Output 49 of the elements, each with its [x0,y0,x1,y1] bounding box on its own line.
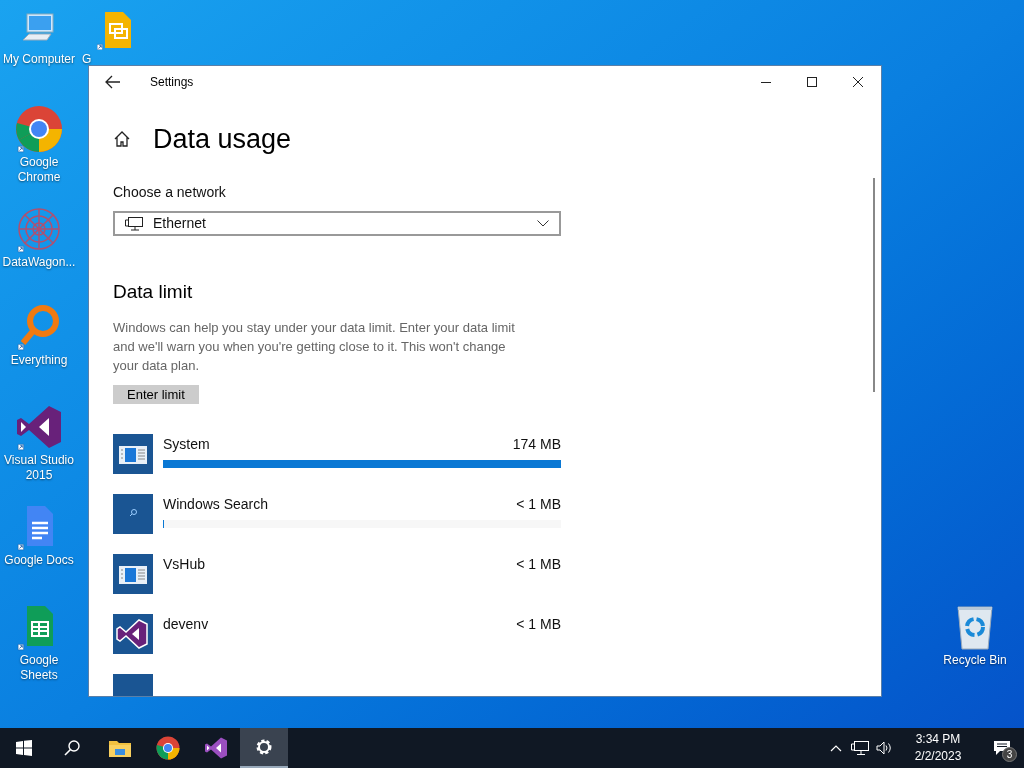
maximize-icon [807,77,817,87]
chevron-up-icon[interactable] [830,744,842,752]
app-usage: < 1 MB [516,615,561,634]
section-heading: Data limit [113,280,193,304]
desktop-icon-label[interactable]: Google Sheets [0,653,78,683]
taskbar-app-button[interactable] [240,728,288,768]
page-title: Data usage [153,122,292,156]
visual-studio-icon [204,736,228,760]
app-name: Windows Search [163,495,269,514]
desktop-icon-label[interactable]: DataWagon... [2,255,76,270]
network-icon [125,216,143,231]
app-name: devenv [163,615,209,634]
app-visual-studio-icon [113,614,153,654]
desktop-icon-label[interactable]: Visual Studio 2015 [0,453,78,483]
desktop-icon-label[interactable]: Google Chrome [0,155,78,185]
close-icon [853,77,863,87]
chrome-icon [156,736,180,760]
app-window-icon [113,434,153,474]
network-dropdown[interactable]: Ethernet [113,211,561,236]
desktop-icon-label[interactable]: Recycle Bin [943,653,1007,668]
network-icon[interactable] [851,740,869,756]
notification-count: 3 [1002,747,1017,762]
app-search-icon [113,494,153,534]
scrollbar[interactable] [873,178,875,392]
description-text: Windows can help you stay under your data limit. Enter your data limit and we'll warn you when you're getting close to it. This won't change your data plan. [113,318,516,375]
enter-limit-button[interactable]: Enter limit [113,384,199,404]
chrome-icon[interactable] [15,105,63,153]
settings-icon [254,737,274,757]
home-icon[interactable] [113,130,131,148]
search-icon [64,740,80,756]
desktop-icon-label[interactable]: Everything [10,353,68,368]
app-name: VsHub [163,555,206,574]
app-name: System [163,435,210,454]
desktop-icon-label[interactable]: Google Docs [4,553,74,568]
app-window-icon [113,554,153,594]
desktop-icon-label[interactable]: G [82,52,92,67]
back-arrow-icon [105,75,121,89]
visual-studio-icon[interactable] [15,403,63,451]
speaker-icon[interactable] [876,741,892,755]
app-usage: 174 MB [512,435,561,454]
desktop-icon-label[interactable]: My Computer [3,52,75,67]
app-usage: < 1 MB [516,495,561,514]
chevron-down-icon [537,220,549,227]
windows-logo-icon [16,740,32,756]
window-title: Settings [150,74,194,91]
clock[interactable]: 3:34 PM 2/2/2023 [902,731,974,765]
folder-icon [109,739,131,757]
app-usage: < 1 MB [516,555,561,574]
network-label: Choose a network [113,183,226,202]
